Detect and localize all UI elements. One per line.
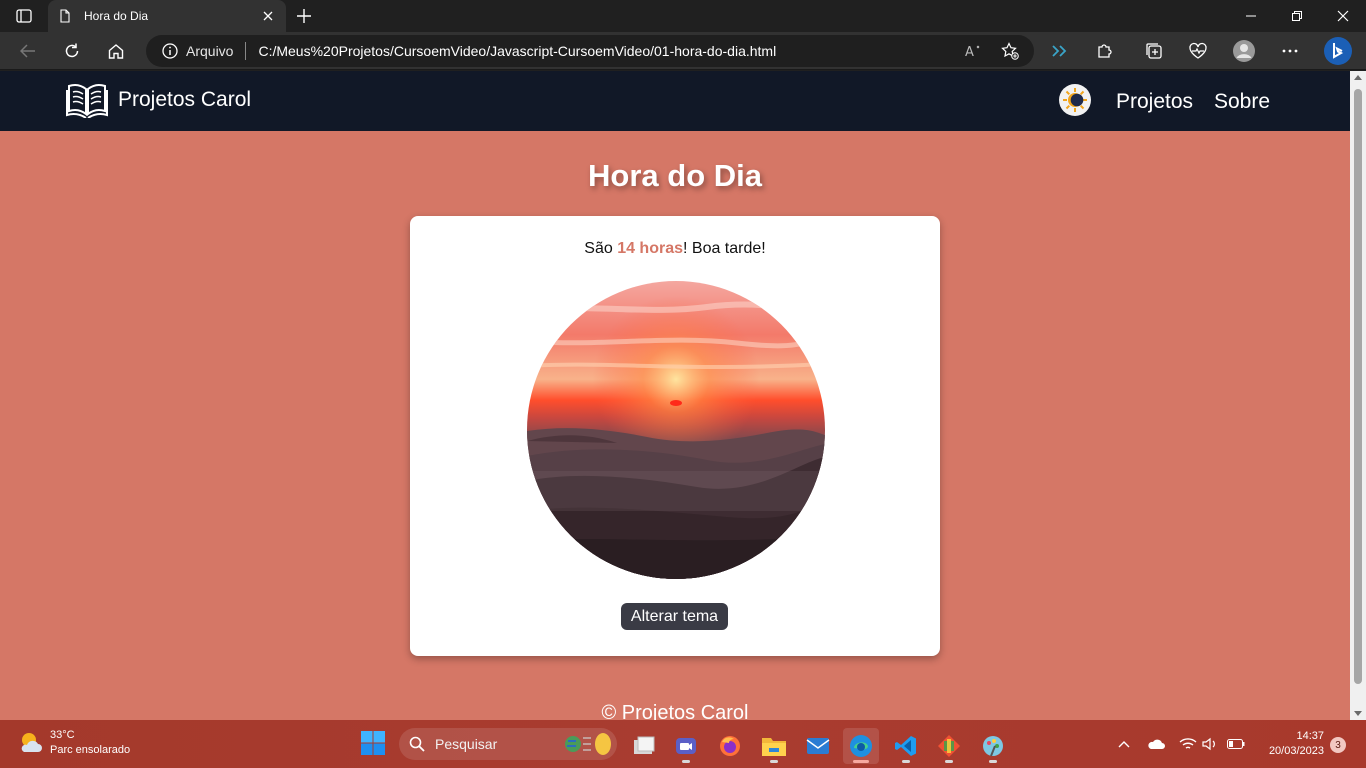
running-indicator [902,760,910,763]
edge-icon[interactable] [843,728,879,764]
notification-badge[interactable]: 3 [1330,737,1346,753]
svg-text:A: A [965,45,974,59]
collections-icon[interactable] [1139,36,1169,66]
windows-start-icon[interactable] [360,730,388,758]
info-icon[interactable] [162,43,178,59]
url-text[interactable]: C:/Meus%20Projetos/CursoemVideo/Javascri… [258,43,776,59]
page-icon [60,9,70,23]
partly-sunny-icon [21,733,42,752]
address-separator [245,42,247,60]
scroll-thumb[interactable] [1354,89,1362,684]
bing-copilot-icon[interactable] [1322,35,1354,67]
vscode-icon[interactable] [888,728,924,764]
theme-toggle-icon[interactable] [1059,84,1091,116]
tab-actions-icon[interactable] [8,6,40,26]
open-book-icon [66,84,108,118]
taskbar-search[interactable]: Pesquisar [399,728,617,760]
file-explorer-icon[interactable] [626,728,662,764]
browser-toolbar: Arquivo C:/Meus%20Projetos/CursoemVideo/… [0,32,1366,70]
nav-sobre-link[interactable]: Sobre [1214,90,1270,114]
change-theme-button[interactable]: Alterar tema [621,603,728,630]
show-hidden-icons-icon[interactable] [1114,734,1134,754]
greeting-prefix: São [584,240,618,257]
tab-title: Hora do Dia [84,9,149,23]
onedrive-icon[interactable] [1146,734,1166,754]
time-card: São 14 horas! Boa tarde! Alterar tema [410,216,940,656]
sunset-image [527,281,825,579]
clock-date: 20/03/2023 [1268,745,1324,757]
brand-name: Projetos Carol [118,88,252,111]
running-indicator [989,760,997,763]
address-scheme: Arquivo [186,43,234,59]
wifi-icon[interactable] [1178,734,1198,754]
greeting-suffix: ! Boa tarde! [683,240,766,257]
running-indicator [770,760,778,763]
site-footer: © Projetos Carol [601,702,749,720]
search-icon [409,736,425,752]
search-highlight-icon [565,733,611,755]
new-tab-icon[interactable] [292,6,316,26]
greeting-message: São 14 horas! Boa tarde! [410,240,940,258]
extensions-icon[interactable] [1090,36,1120,66]
site-header: Projetos Carol Projetos Sobre [0,71,1350,131]
profile-avatar-icon[interactable] [1229,36,1259,66]
clock-time: 14:37 [1296,730,1324,742]
mail-icon[interactable] [800,728,836,764]
scroll-up-icon[interactable] [1354,75,1362,80]
meet-icon[interactable] [668,728,704,764]
current-hour: 14 horas [617,240,683,257]
refresh-icon[interactable] [57,36,87,66]
address-bar[interactable]: Arquivo C:/Meus%20Projetos/CursoemVideo/… [146,35,1034,67]
close-tab-icon[interactable] [260,8,276,24]
read-aloud-icon[interactable]: A [959,36,989,66]
battery-icon[interactable] [1226,734,1246,754]
running-indicator [945,760,953,763]
nav-projetos-link[interactable]: Projetos [1116,90,1193,114]
volume-icon[interactable] [1200,734,1220,754]
favorite-add-icon[interactable] [995,36,1025,66]
restore-icon[interactable] [1274,0,1320,32]
browser-essentials-icon[interactable] [1183,36,1213,66]
page-title: Hora do Dia [588,158,762,193]
paint-icon[interactable] [975,728,1011,764]
home-icon[interactable] [101,36,131,66]
running-indicator [853,760,869,763]
brand[interactable]: Projetos Carol [66,82,251,118]
more-menu-icon[interactable] [1275,36,1305,66]
page-scrollbar[interactable] [1350,71,1366,720]
weather-widget[interactable]: 33°C Parc ensolarado [18,728,130,758]
back-icon[interactable] [13,36,43,66]
browser-titlebar: Hora do Dia [0,0,1366,32]
firefox-icon[interactable] [712,728,748,764]
taskbar-clock[interactable]: 14:37 20/03/2023 [1258,729,1324,759]
scroll-down-icon[interactable] [1354,711,1362,716]
minimize-icon[interactable] [1228,0,1274,32]
running-indicator [682,760,690,763]
windows-taskbar: 33°C Parc ensolarado Pesquisar 14:37 20/… [0,720,1366,768]
extensions-sidebar-icon[interactable] [1045,36,1075,66]
search-placeholder: Pesquisar [435,736,498,752]
close-window-icon[interactable] [1320,0,1366,32]
weather-temp: 33°C [50,729,75,741]
weather-desc: Parc ensolarado [50,744,131,756]
folder-icon[interactable] [756,728,792,764]
browser-tab[interactable]: Hora do Dia [48,0,286,32]
page-viewport: Projetos Carol Projetos Sobre Hora do Di… [0,71,1350,720]
git-icon[interactable] [931,728,967,764]
